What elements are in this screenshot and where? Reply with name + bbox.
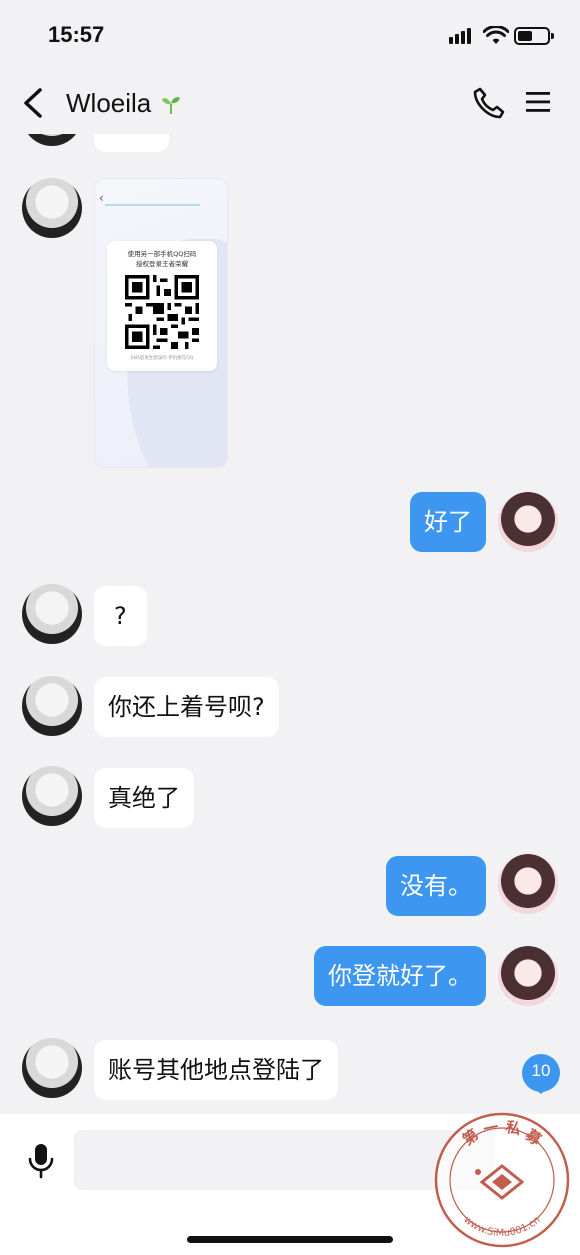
contact-avatar[interactable] <box>22 1038 82 1098</box>
watermark-stamp: 第 一 私 募 www.SiMu001.cn <box>434 1112 570 1248</box>
qr-card-line2: 授权登录王者荣耀 <box>136 260 188 268</box>
contact-name: Wloeila <box>66 88 152 118</box>
menu-icon[interactable] <box>524 89 552 115</box>
wifi-icon <box>483 26 509 44</box>
unread-count[interactable]: 10 <box>520 1052 562 1090</box>
qr-card-footer: 扫码后发生错误吗 手机要在QQ <box>130 356 194 361</box>
chat-header: Wloeila <box>0 72 580 134</box>
qr-login-card: 使用另一部手机QQ扫码 授权登录王者荣耀 扫码后发生错误吗 手机要在QQ <box>107 241 217 371</box>
battery-icon <box>514 27 554 45</box>
contact-title[interactable]: Wloeila <box>66 88 183 119</box>
message-bubble-outgoing[interactable]: 没有。 <box>386 856 486 916</box>
status-time: 15:57 <box>48 22 105 47</box>
user-avatar[interactable] <box>498 492 558 552</box>
message-bubble-incoming[interactable]: ? <box>94 586 147 646</box>
image-message-qr-screenshot[interactable]: ‹ 使用另一部手机QQ扫码 授权登录王者荣耀 扫码后发生错误吗 手机要在QQ <box>94 178 228 468</box>
message-bubble-incoming <box>94 134 169 152</box>
contact-avatar[interactable] <box>22 676 82 736</box>
qr-code-icon <box>125 275 199 349</box>
phone-call-icon[interactable] <box>472 86 506 120</box>
contact-avatar[interactable] <box>22 766 82 826</box>
status-bar: 15:57 <box>0 0 580 72</box>
back-chevron-icon[interactable] <box>18 86 48 120</box>
sprout-icon <box>162 96 181 114</box>
message-bubble-incoming[interactable]: 账号其他地点登陆了 <box>94 1040 338 1100</box>
qr-card-line1: 使用另一部手机QQ扫码 <box>127 250 197 258</box>
microphone-icon[interactable] <box>26 1142 56 1180</box>
home-indicator[interactable] <box>187 1236 393 1243</box>
contact-avatar[interactable] <box>22 134 82 146</box>
user-avatar[interactable] <box>498 946 558 1006</box>
message-bubble-incoming[interactable]: 真绝了 <box>94 768 194 828</box>
chat-message-list[interactable]: ‹ 使用另一部手机QQ扫码 授权登录王者荣耀 扫码后发生错误吗 手机要在QQ 好… <box>0 134 580 1114</box>
contact-avatar[interactable] <box>22 178 82 238</box>
user-avatar[interactable] <box>498 854 558 914</box>
contact-avatar[interactable] <box>22 584 82 644</box>
cellular-signal-icon <box>449 28 471 44</box>
back-chevron-icon: ‹ <box>99 191 104 205</box>
message-bubble-outgoing[interactable]: 好了 <box>410 492 486 552</box>
message-bubble-incoming[interactable]: 你还上着号呗? <box>94 677 279 737</box>
message-input[interactable] <box>74 1130 494 1190</box>
message-bubble-outgoing[interactable]: 你登就好了。 <box>314 946 486 1006</box>
